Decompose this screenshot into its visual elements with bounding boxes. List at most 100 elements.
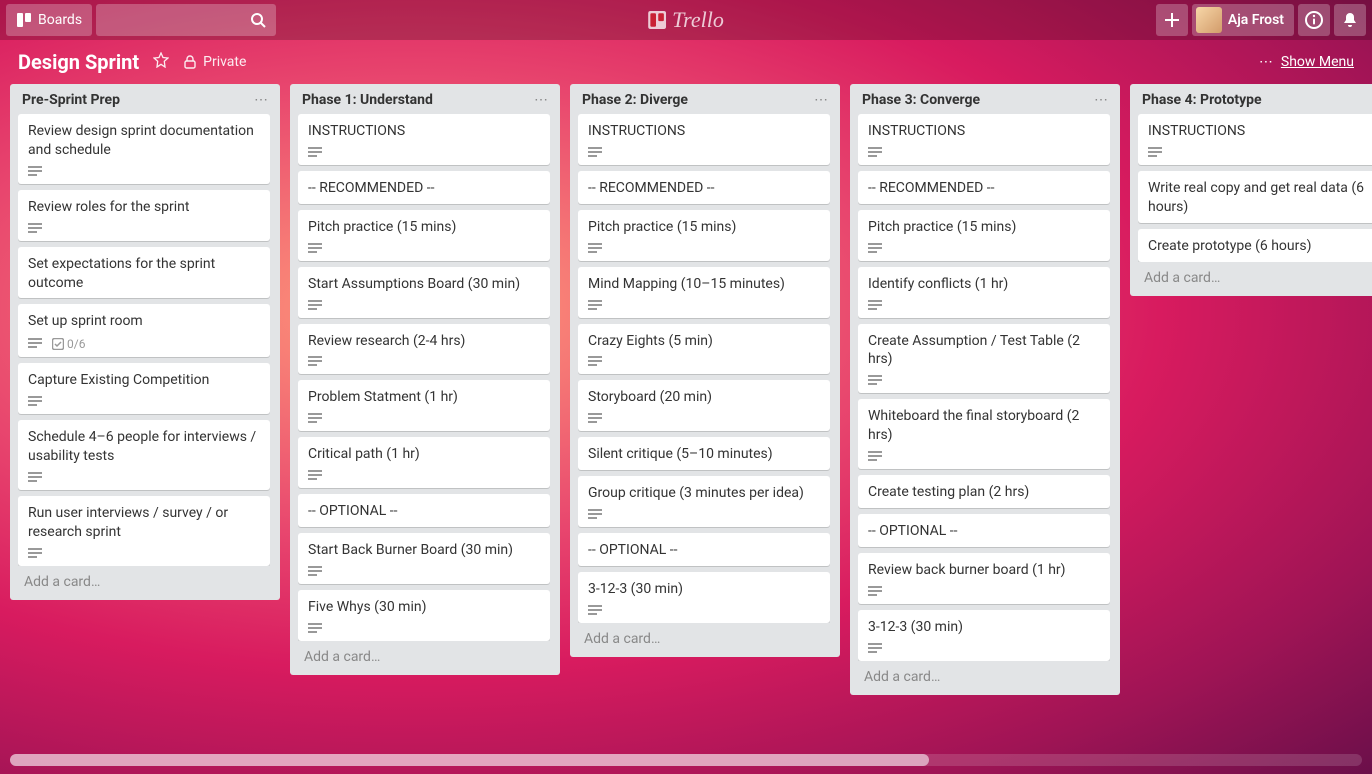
add-card-button[interactable]: Add a card… <box>18 566 272 594</box>
card[interactable]: Create prototype (6 hours) <box>1138 229 1372 262</box>
card[interactable]: -- OPTIONAL -- <box>858 514 1110 547</box>
card[interactable]: Start Back Burner Board (30 min) <box>298 533 550 584</box>
list-menu-button[interactable]: ⋯ <box>534 92 548 108</box>
logo[interactable]: Trello <box>648 7 724 33</box>
card-badges <box>588 356 820 368</box>
card[interactable]: INSTRUCTIONS <box>298 114 550 165</box>
search-input[interactable] <box>96 4 276 36</box>
description-icon <box>308 566 322 578</box>
privacy-button[interactable]: Private <box>183 54 246 70</box>
card-title: -- OPTIONAL -- <box>308 502 540 521</box>
star-icon <box>153 52 169 68</box>
card[interactable]: Run user interviews / survey / or resear… <box>18 496 270 566</box>
card[interactable]: Set up sprint room0/6 <box>18 304 270 357</box>
card-title: Pitch practice (15 mins) <box>308 218 540 237</box>
boards-button[interactable]: Boards <box>6 4 92 36</box>
card-badges <box>868 300 1100 312</box>
card[interactable]: Create testing plan (2 hrs) <box>858 475 1110 508</box>
card[interactable]: Write real copy and get real data (6 hou… <box>1138 171 1372 223</box>
card-title: Mind Mapping (10–15 minutes) <box>588 275 820 294</box>
add-card-button[interactable]: Add a card… <box>1138 262 1372 290</box>
user-name: Aja Frost <box>1228 12 1284 28</box>
card[interactable]: Whiteboard the final storyboard (2 hrs) <box>858 399 1110 469</box>
card-title: Capture Existing Competition <box>28 371 260 390</box>
card[interactable]: Review design sprint documentation and s… <box>18 114 270 184</box>
card-title: INSTRUCTIONS <box>1148 122 1372 141</box>
card-badges <box>308 147 540 159</box>
card[interactable]: Storyboard (20 min) <box>578 380 830 431</box>
checklist-badge: 0/6 <box>52 337 85 351</box>
card[interactable]: -- OPTIONAL -- <box>298 494 550 527</box>
description-icon <box>588 300 602 312</box>
description-icon <box>28 223 42 235</box>
card[interactable]: Pitch practice (15 mins) <box>298 210 550 261</box>
scrollbar-thumb[interactable] <box>10 754 929 766</box>
card[interactable]: Review back burner board (1 hr) <box>858 553 1110 604</box>
card-title: Review back burner board (1 hr) <box>868 561 1100 580</box>
card-badges: 0/6 <box>28 337 260 351</box>
cards-container: INSTRUCTIONS -- RECOMMENDED -- Pitch pract… <box>298 114 552 641</box>
card[interactable]: Start Assumptions Board (30 min) <box>298 267 550 318</box>
card[interactable]: Silent critique (5–10 minutes) <box>578 437 830 470</box>
list-menu-button[interactable]: ⋯ <box>1094 92 1108 108</box>
card-title: Silent critique (5–10 minutes) <box>588 445 820 464</box>
create-button[interactable] <box>1156 4 1188 36</box>
card[interactable]: Review roles for the sprint <box>18 190 270 241</box>
add-card-button[interactable]: Add a card… <box>858 661 1112 689</box>
list-title[interactable]: Phase 3: Converge <box>862 92 980 108</box>
description-icon <box>868 147 882 159</box>
description-icon <box>28 472 42 484</box>
card[interactable]: INSTRUCTIONS <box>858 114 1110 165</box>
card[interactable]: Capture Existing Competition <box>18 363 270 414</box>
card[interactable]: -- OPTIONAL -- <box>578 533 830 566</box>
list-menu-button[interactable]: ⋯ <box>814 92 828 108</box>
list-menu-button[interactable]: ⋯ <box>254 92 268 108</box>
card[interactable]: Set expectations for the sprint outcome <box>18 247 270 299</box>
board-canvas[interactable]: Pre-Sprint Prep ⋯ Review design sprint doc… <box>0 80 1372 754</box>
card-title: Five Whys (30 min) <box>308 598 540 617</box>
card[interactable]: Pitch practice (15 mins) <box>578 210 830 261</box>
show-menu-button[interactable]: Show Menu <box>1259 54 1354 70</box>
cards-container: INSTRUCTIONS Write real copy and get real… <box>1138 114 1372 262</box>
add-card-button[interactable]: Add a card… <box>298 641 552 669</box>
card[interactable]: Pitch practice (15 mins) <box>858 210 1110 261</box>
card[interactable]: Schedule 4–6 people for interviews / usa… <box>18 420 270 490</box>
card[interactable]: Five Whys (30 min) <box>298 590 550 641</box>
card[interactable]: Problem Statment (1 hr) <box>298 380 550 431</box>
card-title: Create Assumption / Test Table (2 hrs) <box>868 332 1100 370</box>
card[interactable]: Critical path (1 hr) <box>298 437 550 488</box>
card[interactable]: INSTRUCTIONS <box>578 114 830 165</box>
list-title[interactable]: Pre-Sprint Prep <box>22 92 120 108</box>
notifications-button[interactable] <box>1334 4 1366 36</box>
card[interactable]: Crazy Eights (5 min) <box>578 324 830 375</box>
card-title: 3-12-3 (30 min) <box>868 618 1100 637</box>
card-title: Storyboard (20 min) <box>588 388 820 407</box>
star-button[interactable] <box>153 52 169 72</box>
card-badges <box>868 243 1100 255</box>
card-badges <box>588 509 820 521</box>
list: Phase 3: Converge ⋯ INSTRUCTIONS -- RECOMME… <box>850 84 1120 695</box>
list-title[interactable]: Phase 4: Prototype <box>1142 92 1262 108</box>
list-title[interactable]: Phase 1: Understand <box>302 92 433 108</box>
user-menu[interactable]: Aja Frost <box>1192 4 1294 36</box>
card[interactable]: Group critique (3 minutes per idea) <box>578 476 830 527</box>
card[interactable]: -- RECOMMENDED -- <box>858 171 1110 204</box>
card[interactable]: Review research (2-4 hrs) <box>298 324 550 375</box>
add-card-button[interactable]: Add a card… <box>578 623 832 651</box>
list-title[interactable]: Phase 2: Diverge <box>582 92 688 108</box>
card[interactable]: 3-12-3 (30 min) <box>858 610 1110 661</box>
plus-icon <box>1164 12 1180 28</box>
info-icon <box>1305 11 1323 29</box>
card[interactable]: Identify conflicts (1 hr) <box>858 267 1110 318</box>
cards-container: INSTRUCTIONS -- RECOMMENDED -- Pitch pract… <box>858 114 1112 661</box>
info-button[interactable] <box>1298 4 1330 36</box>
card[interactable]: INSTRUCTIONS <box>1138 114 1372 165</box>
card[interactable]: -- RECOMMENDED -- <box>578 171 830 204</box>
card-badges <box>868 375 1100 387</box>
card[interactable]: 3-12-3 (30 min) <box>578 572 830 623</box>
card[interactable]: -- RECOMMENDED -- <box>298 171 550 204</box>
card[interactable]: Create Assumption / Test Table (2 hrs) <box>858 324 1110 394</box>
card[interactable]: Mind Mapping (10–15 minutes) <box>578 267 830 318</box>
horizontal-scrollbar[interactable] <box>10 754 1362 766</box>
board-name[interactable]: Design Sprint <box>18 50 139 74</box>
